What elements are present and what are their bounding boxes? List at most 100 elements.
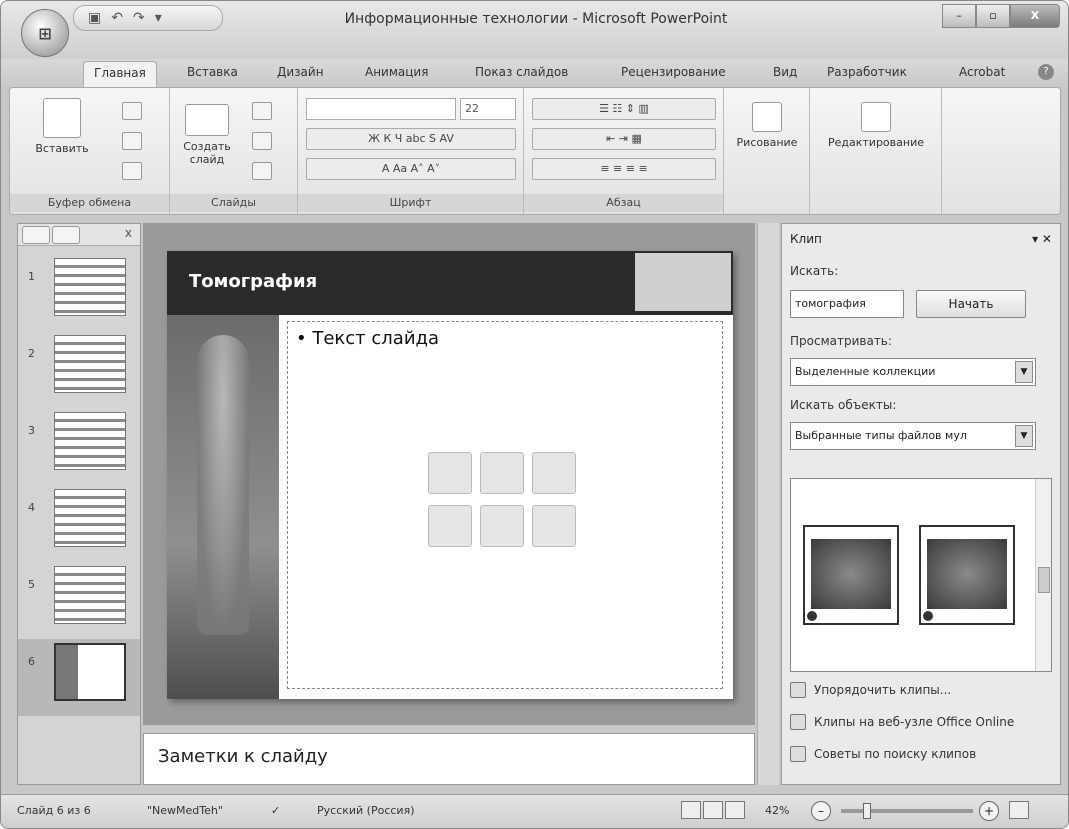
tab-design[interactable]: Дизайн [277, 65, 324, 79]
slide-thumbnail[interactable]: 4 [18, 485, 140, 562]
thumbnail-image [54, 566, 126, 624]
tab-insert[interactable]: Вставка [187, 65, 238, 79]
zoom-slider-thumb[interactable] [863, 803, 871, 819]
title-bar: ⊞ ▣ ↶ ↷ ▾ Информационные технологии - Mi… [1, 1, 1068, 59]
scrollbar-thumb[interactable] [1038, 567, 1050, 593]
insert-picture-icon[interactable] [428, 505, 472, 547]
undo-icon[interactable]: ↶ [111, 10, 123, 26]
slide-number: 4 [28, 501, 35, 514]
paste-button[interactable]: Вставить [32, 98, 92, 155]
insert-smartart-icon[interactable] [532, 452, 576, 494]
thumbnail-image [54, 335, 126, 393]
slide-vertical-scrollbar[interactable] [757, 223, 779, 785]
zoom-level[interactable]: 42% [765, 804, 789, 817]
slide-bullet-text[interactable]: • Текст слайда [296, 328, 439, 349]
language[interactable]: Русский (Россия) [317, 804, 415, 817]
layout-icon[interactable] [252, 102, 272, 120]
font-size-field[interactable]: 22 [460, 98, 516, 120]
insert-media-icon[interactable] [532, 505, 576, 547]
close-button[interactable]: X [1010, 4, 1060, 28]
slide-header: Томография [167, 251, 733, 315]
clipboard-group: Вставить Буфер обмена [10, 88, 170, 214]
font-name-field[interactable] [306, 98, 456, 120]
tab-slides-view[interactable] [22, 226, 50, 244]
clip-result-item[interactable] [919, 525, 1015, 625]
insert-table-icon[interactable] [428, 452, 472, 494]
slide-thumbnail[interactable]: 3 [18, 408, 140, 485]
editing-label: Редактирование [828, 136, 924, 149]
font-style-buttons[interactable]: Ж К Ч abc S AV [306, 128, 516, 150]
delete-slide-icon[interactable] [252, 162, 272, 180]
format-painter-icon[interactable] [122, 162, 142, 180]
help-icon[interactable]: ? [1038, 64, 1054, 80]
new-slide-button[interactable]: Создать слайд [176, 104, 238, 166]
fit-to-window-icon[interactable] [1009, 801, 1029, 819]
notes-text[interactable]: Заметки к слайду [158, 746, 328, 767]
customize-qat-icon[interactable]: ▾ [155, 10, 162, 26]
sorter-view-button[interactable] [703, 801, 723, 819]
content-placeholder[interactable]: • Текст слайда [287, 321, 723, 689]
objects-select[interactable]: Выбранные типы файлов мул ▼ [790, 422, 1036, 450]
cut-icon[interactable] [122, 102, 142, 120]
tab-acrobat[interactable]: Acrobat [959, 65, 1005, 79]
font-color-buttons[interactable]: A Aa A˄ A˅ [306, 158, 516, 180]
start-search-button[interactable]: Начать [916, 290, 1026, 318]
spellcheck-icon[interactable]: ✓ [271, 804, 280, 817]
slide-thumbnail[interactable]: 1 [18, 254, 140, 331]
office-online-link[interactable]: Клипы на веб-узле Office Online [790, 714, 1014, 730]
slide-thumbnail[interactable]: 2 [18, 331, 140, 408]
reset-icon[interactable] [252, 132, 272, 150]
paragraph-group: ☰ ☷ ⇕ ▥ ⇤ ⇥ ▦ ≡ ≡ ≡ ≡ Абзац [524, 88, 724, 214]
clip-art-pane: Клип ▾ ✕ Искать: томография Начать Просм… [781, 223, 1061, 785]
insert-clipart-icon[interactable] [480, 505, 524, 547]
zoom-in-icon[interactable]: + [979, 801, 999, 821]
clip-result-item[interactable] [803, 525, 899, 625]
minimize-button[interactable]: – [942, 4, 976, 28]
editing-button[interactable]: Редактирование [812, 102, 940, 149]
tab-outline-view[interactable] [52, 226, 80, 244]
slide-thumbnail[interactable]: 5 [18, 562, 140, 639]
zoom-slider[interactable] [841, 803, 973, 819]
copy-icon[interactable] [122, 132, 142, 150]
slide-thumbnail-selected[interactable]: 6 [18, 639, 140, 716]
slides-group-label: Слайды [170, 194, 297, 212]
theme-name: "NewMedTeh" [147, 804, 223, 817]
restore-button[interactable]: ▫ [976, 4, 1010, 28]
redo-icon[interactable]: ↷ [133, 10, 145, 26]
zoom-out-icon[interactable]: – [811, 801, 831, 821]
drawing-button[interactable]: Рисование [728, 102, 806, 149]
slide-title[interactable]: Томография [189, 271, 317, 292]
thumbnail-image [54, 258, 126, 316]
search-input[interactable]: томография [790, 290, 904, 318]
slide-thumbnails: 1 2 3 4 5 6 [18, 254, 140, 716]
slide-number: 6 [28, 655, 35, 668]
normal-view-button[interactable] [681, 801, 701, 819]
align-buttons[interactable]: ≡ ≡ ≡ ≡ [532, 158, 716, 180]
results-scrollbar[interactable] [1035, 479, 1051, 671]
close-pane-icon[interactable]: x [125, 226, 132, 240]
organize-clips-link[interactable]: Упорядочить клипы... [790, 682, 951, 698]
tab-animation[interactable]: Анимация [365, 65, 428, 79]
browse-select[interactable]: Выделенные коллекции ▼ [790, 358, 1036, 386]
office-button[interactable]: ⊞ [21, 9, 69, 57]
drawing-group: Рисование [724, 88, 810, 214]
dropdown-arrow-icon[interactable]: ▼ [1015, 425, 1033, 447]
clip-pane-close-icon[interactable]: ▾ ✕ [1032, 232, 1052, 246]
tab-view[interactable]: Вид [773, 65, 797, 79]
slides-pane-tabs: x [18, 224, 140, 246]
indent-buttons[interactable]: ⇤ ⇥ ▦ [532, 128, 716, 150]
search-tips-link[interactable]: Советы по поиску клипов [790, 746, 976, 762]
save-icon[interactable]: ▣ [88, 10, 101, 26]
tab-review[interactable]: Рецензирование [621, 65, 726, 79]
list-buttons[interactable]: ☰ ☷ ⇕ ▥ [532, 98, 716, 120]
slide-count: Слайд 6 из 6 [17, 804, 91, 817]
thumbnail-image [54, 489, 126, 547]
notes-pane[interactable]: Заметки к слайду [143, 733, 755, 785]
dropdown-arrow-icon[interactable]: ▼ [1015, 361, 1033, 383]
insert-chart-icon[interactable] [480, 452, 524, 494]
slideshow-view-button[interactable] [725, 801, 745, 819]
tab-slideshow[interactable]: Показ слайдов [475, 65, 568, 79]
organize-icon [790, 682, 806, 698]
tab-developer[interactable]: Разработчик [827, 65, 907, 79]
tab-home[interactable]: Главная [83, 61, 157, 87]
